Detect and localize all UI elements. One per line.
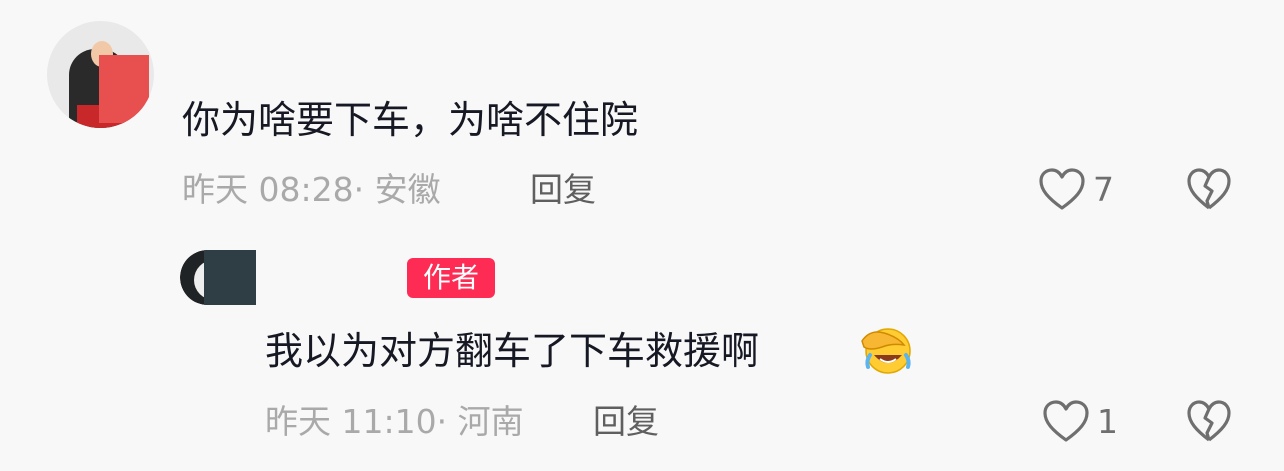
- reply-button[interactable]: 回复: [593, 402, 659, 442]
- like-count: 7: [1093, 170, 1114, 209]
- comment-meta: 昨天 11:10· 河南: [265, 402, 524, 441]
- avatar-censor-block: [99, 55, 149, 123]
- heart-outline-icon[interactable]: [1038, 168, 1086, 212]
- facepalm-laughing-emoji: [861, 328, 911, 374]
- broken-heart-icon[interactable]: [1186, 168, 1232, 212]
- broken-heart-icon[interactable]: [1186, 400, 1232, 444]
- avatar-censor-block: [204, 250, 256, 305]
- author-badge: 作者: [407, 258, 495, 298]
- heart-outline-icon[interactable]: [1042, 400, 1090, 444]
- comment-text: 你为啥要下车，为啥不住院: [182, 98, 639, 142]
- avatar[interactable]: [180, 250, 256, 305]
- avatar[interactable]: [47, 21, 154, 128]
- comment-text: 我以为对方翻车了下车救援啊: [265, 329, 760, 373]
- like-count: 1: [1097, 402, 1118, 441]
- reply-button[interactable]: 回复: [530, 170, 596, 210]
- comment-meta: 昨天 08:28· 安徽: [182, 170, 441, 209]
